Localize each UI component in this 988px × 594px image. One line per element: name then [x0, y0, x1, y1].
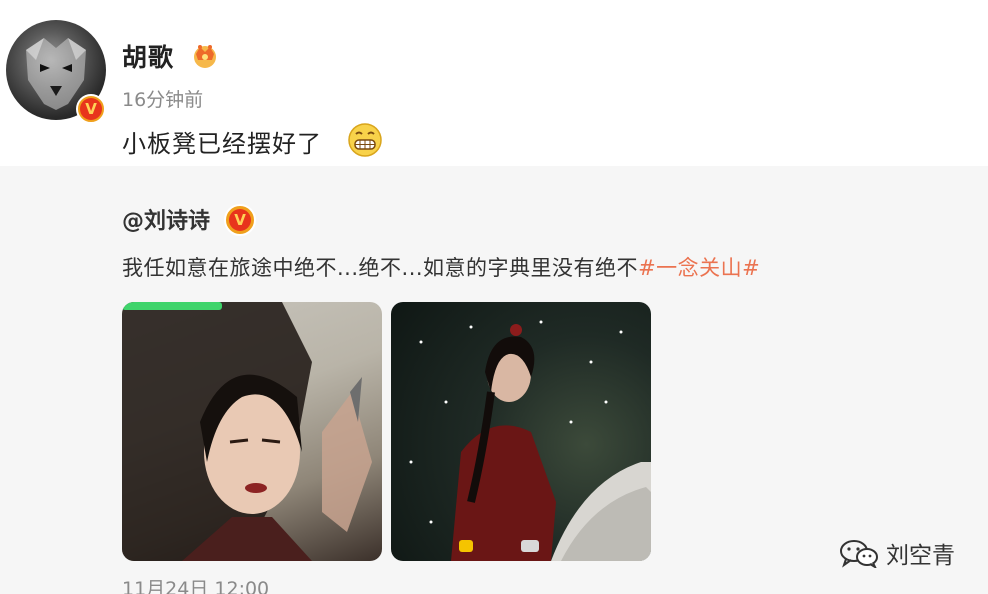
verified-badge-icon: V	[224, 204, 256, 236]
post-timestamp[interactable]: 16分钟前	[122, 85, 203, 112]
weibo-post: V 胡歌 16分钟前 小板凳已经摆好了 V @刘诗诗 我任如意在旅途中绝不...…	[0, 0, 988, 594]
grin-emoji-icon	[348, 123, 382, 157]
post-username[interactable]: 胡歌	[122, 38, 174, 74]
wechat-icon	[840, 540, 878, 568]
repost-author[interactable]: @刘诗诗	[122, 203, 210, 235]
post-text: 小板凳已经摆好了	[122, 130, 322, 158]
repost-body: 我任如意在旅途中绝不...绝不...如意的字典里没有绝不	[122, 256, 639, 280]
wechat-watermark: 刘空青	[838, 536, 955, 570]
repost-text: 我任如意在旅途中绝不...绝不...如意的字典里没有绝不#一念关山#	[122, 252, 760, 282]
crown-icon	[194, 45, 216, 68]
repost-photo-2[interactable]	[391, 302, 651, 561]
verified-badge-icon: V	[76, 94, 106, 124]
watermark-text: 刘空青	[886, 543, 955, 569]
repost-photo-1[interactable]	[122, 302, 382, 561]
hashtag-link[interactable]: #一念关山#	[638, 256, 760, 280]
avatar-container[interactable]: V	[6, 20, 106, 124]
post-footer-time: 11月24日 12:00	[122, 578, 270, 594]
